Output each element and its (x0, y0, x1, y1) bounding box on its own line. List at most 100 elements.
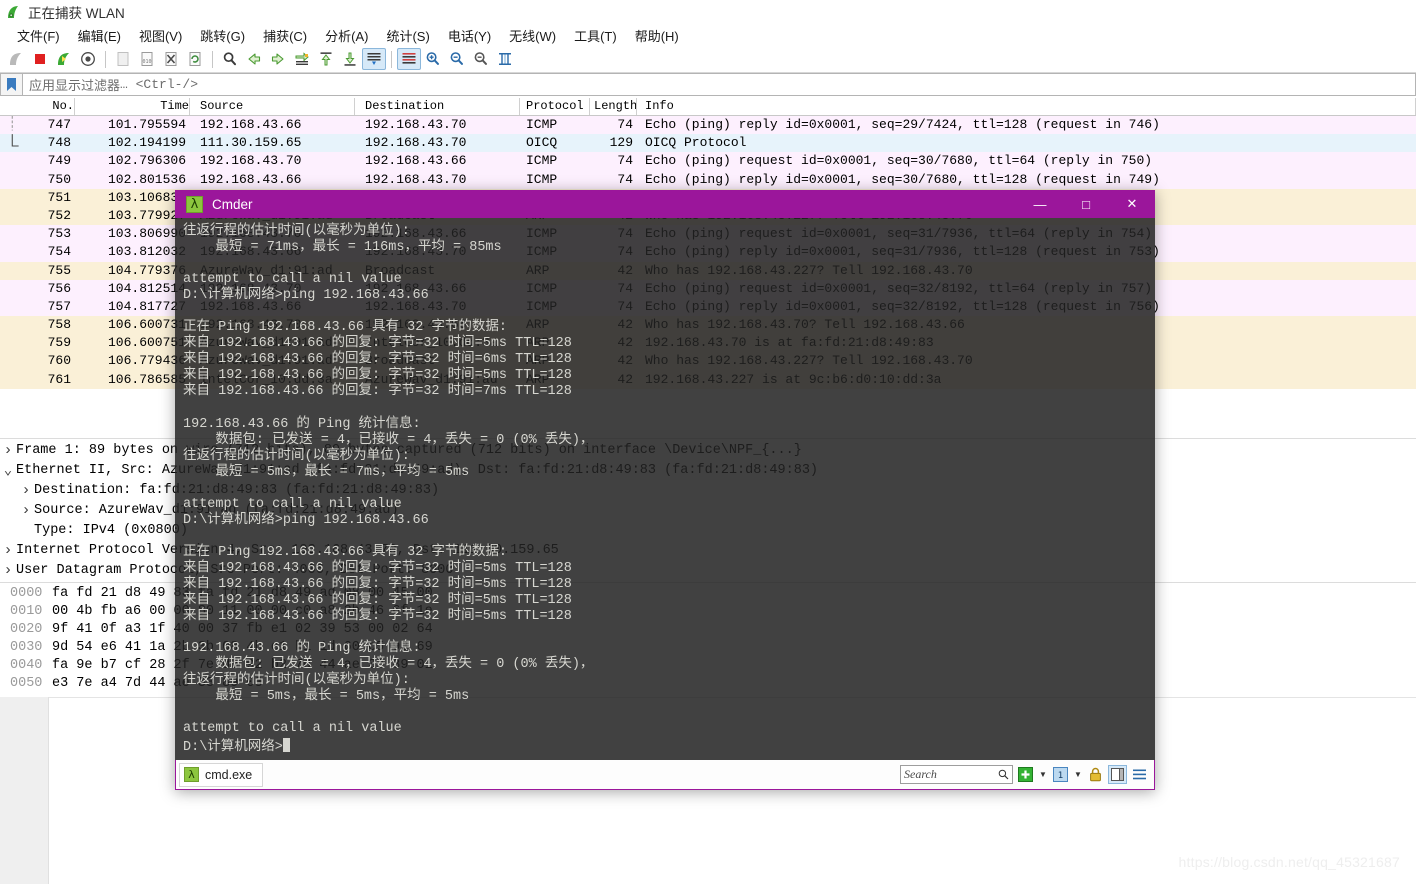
column-header-source[interactable]: Source (190, 98, 355, 115)
chevron-right-icon[interactable]: › (0, 441, 16, 461)
cell-proto: ICMP (526, 117, 558, 132)
restart-capture-icon[interactable] (52, 48, 76, 70)
column-header-destination[interactable]: Destination (355, 98, 520, 115)
menu-capture[interactable]: 捕获(C) (254, 24, 316, 47)
wireshark-titlebar: 正在捕获 WLAN (0, 0, 1416, 24)
cell-info: Echo (ping) reply id=0x0001, seq=30/7680… (645, 171, 1160, 187)
chevron-right-icon[interactable]: › (0, 541, 16, 561)
zoom-in-icon[interactable] (421, 48, 445, 70)
terminal-prompt: D:\计算机网络> (183, 739, 283, 755)
cell-no: 761 (47, 371, 71, 387)
close-file-icon[interactable] (159, 48, 183, 70)
cell-time: 106.779436 (107, 353, 186, 369)
new-console-dropdown-icon[interactable]: ▼ (1038, 770, 1048, 779)
cmder-titlebar[interactable]: λ Cmder — □ ✕ (175, 190, 1155, 218)
active-console-icon[interactable]: 1 (1051, 765, 1070, 784)
go-to-packet-icon[interactable] (290, 48, 314, 70)
chevron-right-icon[interactable]: › (0, 561, 16, 581)
column-header-time[interactable]: Time (75, 98, 190, 115)
menu-telephony[interactable]: 电话(Y) (439, 24, 500, 47)
menu-analyze[interactable]: 分析(A) (316, 24, 377, 47)
open-file-icon[interactable] (111, 48, 135, 70)
toggle-panel-icon[interactable] (1108, 765, 1127, 784)
hex-offset: 0010 (10, 604, 43, 619)
cell-no: 759 (47, 335, 71, 351)
colorize-packets-icon[interactable] (397, 48, 421, 70)
menu-view[interactable]: 视图(V) (130, 24, 191, 47)
cell-src: 192.168.43.66 (200, 117, 302, 132)
maximize-button[interactable]: □ (1063, 190, 1109, 218)
cell-time: 106.786585 (107, 371, 186, 387)
stop-capture-icon[interactable] (28, 48, 52, 70)
close-button[interactable]: ✕ (1109, 190, 1155, 218)
column-header-length[interactable]: Length (590, 98, 637, 115)
cell-no: 751 (47, 189, 71, 205)
save-file-icon[interactable]: 010 (135, 48, 159, 70)
menu-edit[interactable]: 编辑(E) (69, 24, 130, 47)
resize-columns-icon[interactable] (493, 48, 517, 70)
table-row[interactable]: 747 101.795594 192.168.43.66 192.168.43.70 I… (0, 116, 1416, 135)
column-header-protocol[interactable]: Protocol (520, 98, 590, 115)
new-console-plus-icon[interactable] (1016, 765, 1035, 784)
svg-text:010: 010 (142, 59, 151, 65)
cell-time: 102.796306 (107, 153, 186, 169)
search-input[interactable]: Search (900, 765, 1013, 784)
table-row[interactable]: 749 102.796306 192.168.43.70 192.168.43.66 I… (0, 152, 1416, 171)
cell-len: 74 (617, 171, 633, 187)
console-tab-label: cmd.exe (205, 767, 253, 782)
search-icon (998, 769, 1009, 780)
reload-file-icon[interactable] (183, 48, 207, 70)
capture-options-icon[interactable] (76, 48, 100, 70)
menu-tools[interactable]: 工具(T) (565, 24, 626, 47)
cmder-window-title: Cmder (212, 196, 253, 212)
menu-wireless[interactable]: 无线(W) (500, 24, 565, 47)
menu-help[interactable]: 帮助(H) (626, 24, 688, 47)
minimize-button[interactable]: — (1017, 190, 1063, 218)
cmder-window[interactable]: λ Cmder — □ ✕ 往返行程的估计时间(以毫秒为单位): 最短 = 71… (175, 190, 1155, 790)
cell-no: 760 (47, 353, 71, 369)
cell-no: 753 (47, 226, 71, 242)
go-forward-icon[interactable] (266, 48, 290, 70)
terminal-body[interactable]: 往返行程的估计时间(以毫秒为单位): 最短 = 71ms，最长 = 116ms，… (175, 218, 1155, 760)
filter-bookmark-icon[interactable] (0, 73, 22, 96)
cell-dst: 192.168.43.70 (365, 135, 467, 151)
search-placeholder: Search (904, 767, 937, 781)
go-back-icon[interactable] (242, 48, 266, 70)
column-header-no[interactable]: No. (0, 98, 75, 115)
main-toolbar: 010 (0, 46, 1416, 72)
find-packet-icon[interactable] (218, 48, 242, 70)
cell-no: 754 (47, 244, 71, 260)
lock-icon[interactable] (1086, 765, 1105, 784)
chevron-right-icon[interactable]: › (18, 481, 34, 501)
hex-offset: 0050 (10, 676, 43, 691)
cell-time: 104.779376 (107, 262, 186, 278)
cell-len: 74 (617, 153, 633, 169)
toolbar-separator (391, 50, 392, 68)
menu-go[interactable]: 跳转(G) (191, 24, 254, 47)
zoom-reset-icon[interactable] (469, 48, 493, 70)
cell-no: 755 (47, 262, 71, 278)
toolbar-separator (212, 50, 213, 68)
chevron-down-icon[interactable]: ⌄ (0, 464, 16, 478)
filter-placeholder-cn: 应用显示过滤器 (29, 78, 121, 93)
cmder-lambda-icon: λ (186, 195, 203, 213)
start-capture-icon[interactable] (4, 48, 28, 70)
go-first-packet-icon[interactable] (314, 48, 338, 70)
toolbar-separator (105, 50, 106, 68)
table-row[interactable]: 748 102.194199 111.30.159.65 192.168.43.70 O… (0, 134, 1416, 153)
display-filter-input[interactable]: 应用显示过滤器 … <Ctrl-/> (22, 73, 1416, 96)
chevron-right-icon[interactable]: › (18, 501, 34, 521)
menu-hamburger-icon[interactable] (1130, 765, 1149, 784)
wireshark-fin-icon (6, 5, 21, 20)
go-last-packet-icon[interactable] (338, 48, 362, 70)
zoom-out-icon[interactable] (445, 48, 469, 70)
table-row[interactable]: 750 102.801536 192.168.43.66 192.168.43.70 I… (0, 170, 1416, 189)
console-tab-cmd[interactable]: λ cmd.exe (179, 762, 264, 787)
menu-statistics[interactable]: 统计(S) (377, 24, 438, 47)
column-header-info[interactable]: Info (637, 98, 1416, 115)
console-dropdown-icon[interactable]: ▼ (1073, 770, 1083, 779)
menu-file[interactable]: 文件(F) (8, 24, 69, 47)
auto-scroll-icon[interactable] (362, 48, 386, 70)
packet-relation-guide-icon (11, 116, 19, 147)
cell-no: 758 (47, 317, 71, 333)
